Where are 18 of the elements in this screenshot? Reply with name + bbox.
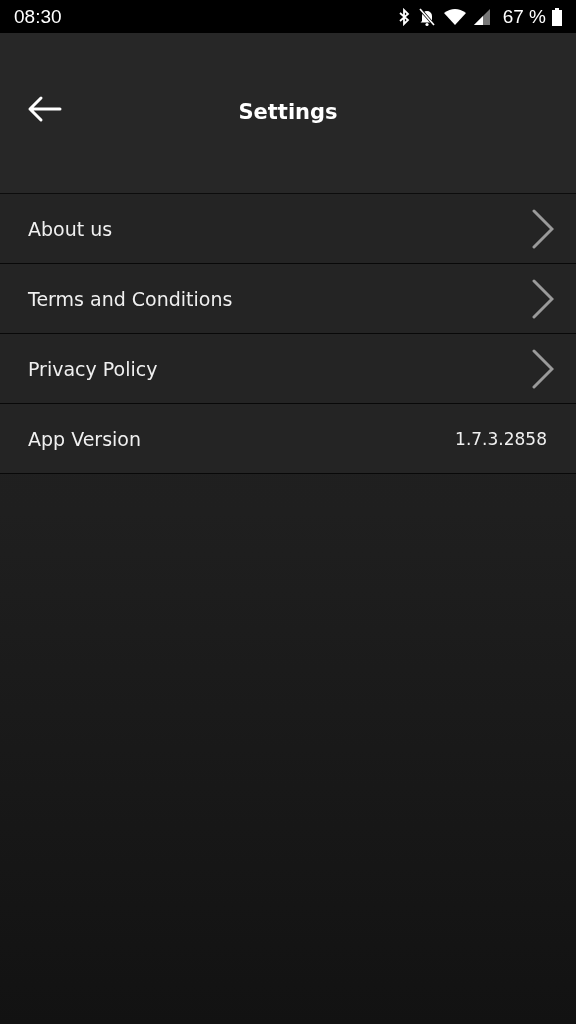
- row-label: App Version: [28, 427, 142, 450]
- chevron-right-icon: [532, 208, 554, 249]
- settings-row[interactable]: Terms and Conditions: [0, 264, 576, 334]
- chevron-right-icon: [532, 348, 554, 389]
- back-button[interactable]: [26, 95, 62, 123]
- settings-row[interactable]: Privacy Policy: [0, 334, 576, 404]
- version-number: 1.7.3.2858: [455, 428, 547, 449]
- wifi-icon: [442, 7, 467, 26]
- signal-icon: [472, 7, 491, 26]
- battery-percent: 67 %: [502, 5, 546, 28]
- screen-title: Settings: [238, 100, 338, 124]
- muted-bell-icon: [416, 6, 437, 27]
- row-label: About us: [28, 217, 113, 240]
- row-label: Privacy Policy: [28, 357, 158, 380]
- status-time: 08:30: [14, 5, 62, 28]
- chevron-right-icon: [532, 278, 554, 319]
- row-label: Terms and Conditions: [28, 287, 233, 310]
- battery-icon: [552, 7, 562, 26]
